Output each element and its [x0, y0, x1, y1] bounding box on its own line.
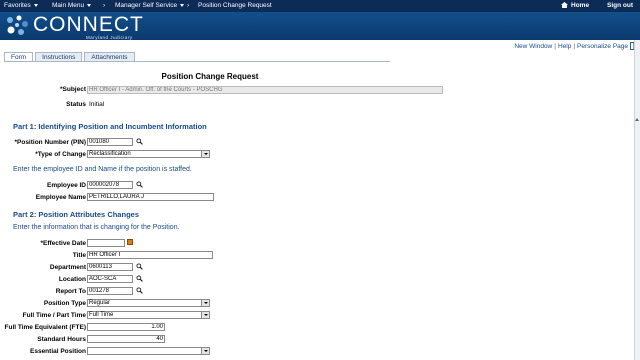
signout-link[interactable]: Sign out	[607, 2, 633, 9]
position-type-label: Position Type	[43, 300, 86, 307]
location-label: Location	[58, 276, 86, 283]
tab-divider	[4, 61, 390, 62]
banner: CONNECT Maryland Judiciary	[0, 12, 640, 40]
full-part-time-select[interactable]: Full Time	[87, 311, 210, 319]
breadcrumb-manager-self-service[interactable]: Manager Self Service	[115, 2, 185, 9]
full-part-time-value: Full Time	[89, 312, 114, 318]
search-icon[interactable]	[136, 263, 143, 270]
location-field[interactable]: AOC-SCA	[87, 275, 133, 283]
report-to-field[interactable]: 001278	[87, 287, 133, 295]
title-label: Title	[72, 252, 86, 259]
chevron-down-icon	[201, 312, 209, 318]
part2-heading: Part 2: Position Attributes Changes	[13, 210, 139, 219]
full-part-time-label: Full Time / Part Time	[22, 312, 86, 319]
employee-name-label: Employee Name	[35, 194, 86, 201]
effective-date-field[interactable]	[87, 239, 125, 247]
standard-hours-label: Standard Hours	[37, 336, 86, 343]
breadcrumb-label: Manager Self Service	[115, 2, 178, 9]
type-of-change-value: Reclassification	[89, 151, 131, 157]
page-links: New Window | Help | Personalize Page	[514, 43, 628, 50]
scroll-up-icon[interactable]	[635, 118, 639, 121]
breadcrumb-sep-icon: ›	[187, 2, 190, 9]
employee-name-field[interactable]: PETRILLO,LAURA J	[87, 193, 214, 201]
title-field[interactable]: HR Officer I	[87, 251, 213, 259]
part1-heading: Part 1: Identifying Position and Incumbe…	[13, 122, 207, 131]
home-link[interactable]: Home	[561, 2, 589, 9]
fte-label: Full Time Equivalent (FTE)	[4, 324, 87, 331]
type-of-change-select[interactable]: Reclassification	[87, 150, 210, 158]
main-menu-label: Main Menu	[52, 2, 85, 9]
chevron-down-icon	[201, 151, 209, 157]
home-icon	[561, 2, 568, 8]
logo-subtitle: Maryland Judiciary	[86, 35, 133, 40]
home-label: Home	[571, 2, 590, 9]
separator: |	[573, 43, 576, 50]
pin-field[interactable]: 001080	[87, 138, 133, 146]
part1-info: Enter the employee ID and Name if the po…	[13, 166, 192, 173]
search-icon[interactable]	[136, 138, 143, 145]
part2-info: Enter the information that is changing f…	[13, 224, 180, 231]
page-title: Position Change Request	[161, 72, 259, 81]
caret-down-icon	[87, 3, 92, 7]
new-window-link[interactable]: New Window	[514, 43, 552, 50]
type-of-change-label: *Type of Change	[35, 151, 86, 158]
effective-date-label: *Effective Date	[40, 240, 86, 247]
calendar-icon[interactable]	[127, 239, 133, 245]
connect-logo-icon	[7, 15, 28, 35]
report-to-label: Report To	[55, 288, 86, 295]
connect-logo-text: CONNECT	[33, 13, 144, 36]
subject-field: HR Officer I - Admin. Off. of the Courts…	[87, 86, 443, 94]
department-field[interactable]: 0600113	[87, 263, 133, 271]
chevron-down-icon	[201, 348, 209, 354]
breadcrumb-sep-icon: ›	[103, 2, 106, 9]
position-type-value: Regular	[89, 300, 111, 306]
pin-label: *Position Number (PIN)	[14, 139, 86, 146]
fte-field[interactable]: 1.00	[87, 323, 165, 331]
vertical-scrollbar[interactable]	[634, 40, 640, 360]
search-icon[interactable]	[136, 275, 143, 282]
employee-id-label: Employee ID	[46, 182, 86, 189]
help-link[interactable]: Help	[558, 43, 571, 50]
department-label: Department	[49, 264, 86, 271]
status-label: Status	[66, 101, 86, 108]
caret-down-icon	[180, 3, 185, 7]
main-menu[interactable]: Main Menu	[52, 2, 92, 9]
position-type-select[interactable]: Regular	[87, 299, 210, 307]
employee-id-field[interactable]: 000002078	[87, 181, 133, 189]
essential-position-select[interactable]	[87, 347, 210, 355]
search-icon[interactable]	[136, 181, 143, 188]
favorites-label: Favorites	[4, 2, 31, 9]
personalize-page-link[interactable]: Personalize Page	[577, 43, 628, 50]
top-nav-bar: Favorites Main Menu › Manager Self Servi…	[0, 0, 640, 12]
subject-label: *Subject	[59, 86, 86, 93]
favorites-menu[interactable]: Favorites	[4, 2, 38, 9]
caret-down-icon	[33, 3, 38, 7]
chevron-down-icon	[201, 300, 209, 306]
search-icon[interactable]	[136, 287, 143, 294]
breadcrumb-current-page: Position Change Request	[198, 2, 272, 9]
standard-hours-field[interactable]: 40	[87, 335, 165, 343]
status-value: Initial	[89, 101, 105, 108]
separator: |	[554, 43, 556, 50]
essential-position-label: Essential Position	[30, 348, 86, 355]
